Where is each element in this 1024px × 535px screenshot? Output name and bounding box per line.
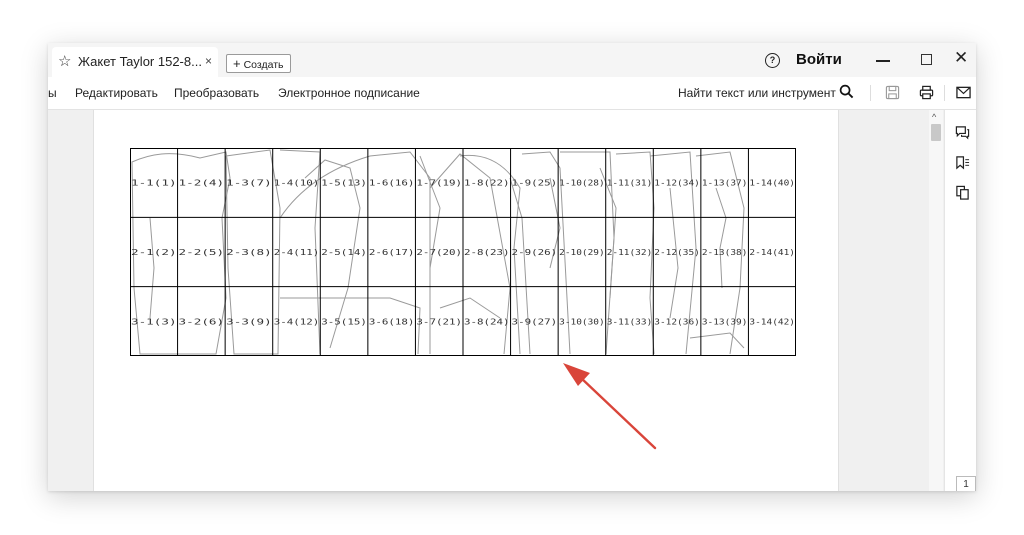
- scroll-up-icon[interactable]: ^: [932, 112, 936, 122]
- login-button[interactable]: Войти: [796, 51, 842, 68]
- menu-separator: [944, 85, 945, 101]
- vertical-scrollbar[interactable]: ^: [929, 110, 943, 491]
- tab-title: Жакет Taylor 152-8...: [78, 54, 202, 69]
- grid-cell-label: 2-12(35): [654, 247, 700, 257]
- pages-icon[interactable]: [955, 185, 970, 200]
- grid-cell-label: 3-6(18): [369, 316, 415, 326]
- grid-cell-label: 1-1(1): [131, 178, 177, 188]
- grid-cell-label: 2-6(17): [369, 247, 415, 257]
- grid-cell-label: 1-5(13): [321, 178, 367, 188]
- page-number-field[interactable]: 1: [956, 476, 976, 491]
- print-icon[interactable]: [919, 85, 934, 100]
- bookmark-icon[interactable]: [955, 155, 970, 170]
- menu-item-esign[interactable]: Электронное подписание: [278, 86, 420, 100]
- pattern-sheet: 1-1(1) 1-2(4) 1-3(7) 1-4(10) 1-5(13) 1-6(16) 1…: [130, 148, 796, 356]
- grid-cell-label: 1-11(31): [607, 178, 653, 188]
- grid-cell-label: 2-10(29): [559, 247, 605, 257]
- grid-cell-label: 1-13(37): [702, 178, 748, 188]
- grid-cell-label: 3-10(30): [559, 316, 605, 326]
- grid-cell-label: 2-3(8): [226, 247, 272, 257]
- title-bar: ☆ Жакет Taylor 152-8... × + Создать ? Вой…: [48, 43, 976, 77]
- grid-cell-label: 1-3(7): [226, 178, 272, 188]
- grid-cell-label: 1-10(28): [559, 178, 605, 188]
- app-window: ☆ Жакет Taylor 152-8... × + Создать ? Вой…: [48, 43, 976, 491]
- create-label: Создать: [243, 59, 284, 71]
- grid-cell-label: 2-2(5): [179, 247, 225, 257]
- menu-bar: ы Редактировать Преобразовать Электронно…: [48, 77, 976, 110]
- minimize-icon[interactable]: [876, 60, 890, 62]
- tab-close-button[interactable]: ×: [205, 54, 212, 68]
- grid-cell-label: 1-12(34): [654, 178, 700, 188]
- document-page: 1-1(1) 1-2(4) 1-3(7) 1-4(10) 1-5(13) 1-6(16) 1…: [93, 110, 839, 491]
- create-button[interactable]: + Создать: [226, 54, 291, 73]
- grid-cell-label: 2-1(2): [131, 247, 177, 257]
- grid-cell-label: 3-11(33): [607, 316, 653, 326]
- scroll-thumb[interactable]: [931, 124, 941, 141]
- grid-cell-label: 2-11(32): [607, 247, 653, 257]
- grid-cell-label: 2-8(23): [464, 247, 510, 257]
- grid-cell-label: 2-14(41): [749, 247, 795, 257]
- grid-cell-label: 3-12(36): [654, 316, 700, 326]
- grid-cell-label: 1-8(22): [464, 178, 510, 188]
- grid-cell-label: 3-9(27): [512, 316, 558, 326]
- grid-cell-label: 1-9(25): [512, 178, 558, 188]
- window-close-icon[interactable]: ✕: [954, 48, 968, 68]
- menu-item-partial[interactable]: ы: [48, 86, 57, 100]
- search-tool-label[interactable]: Найти текст или инструмент: [678, 86, 836, 100]
- grid-cell-label: 1-4(10): [274, 178, 320, 188]
- menu-item-edit[interactable]: Редактировать: [75, 86, 158, 100]
- mail-icon[interactable]: [956, 86, 971, 99]
- save-icon[interactable]: [885, 85, 900, 100]
- grid-cell-label: 3-2(6): [179, 316, 225, 326]
- comments-icon[interactable]: [955, 125, 970, 140]
- grid-cell-label: 1-6(16): [369, 178, 415, 188]
- grid-cell-label: 3-13(39): [702, 316, 748, 326]
- right-tool-panel: [944, 110, 976, 491]
- plus-icon: +: [233, 56, 241, 71]
- grid-cell-label: 2-7(20): [416, 247, 462, 257]
- grid-cell-label: 3-5(15): [321, 316, 367, 326]
- grid-cell-label: 3-14(42): [749, 316, 795, 326]
- search-icon[interactable]: [839, 84, 854, 99]
- help-icon[interactable]: ?: [765, 53, 780, 68]
- grid-cell-label: 1-7(19): [416, 178, 462, 188]
- grid-cell-label: 3-3(9): [226, 316, 272, 326]
- document-area: 1-1(1) 1-2(4) 1-3(7) 1-4(10) 1-5(13) 1-6(16) 1…: [48, 110, 976, 491]
- grid-cell-label: 3-7(21): [416, 316, 462, 326]
- grid-cell-label: 2-5(14): [321, 247, 367, 257]
- grid-cell-label: 2-4(11): [274, 247, 320, 257]
- document-tab[interactable]: ☆ Жакет Taylor 152-8... ×: [52, 47, 218, 77]
- grid-cell-label: 1-14(40): [749, 178, 795, 188]
- star-icon[interactable]: ☆: [58, 52, 71, 70]
- menu-item-convert[interactable]: Преобразовать: [174, 86, 259, 100]
- menu-separator: [870, 85, 871, 101]
- grid-cell-label: 3-8(24): [464, 316, 510, 326]
- grid-cell-label: 1-2(4): [179, 178, 225, 188]
- grid-cell-label: 3-4(12): [274, 316, 320, 326]
- grid-cell-label: 3-1(3): [131, 316, 177, 326]
- maximize-icon[interactable]: [921, 54, 932, 65]
- grid-cell-label: 2-9(26): [512, 247, 558, 257]
- grid-cell-label: 2-13(38): [702, 247, 748, 257]
